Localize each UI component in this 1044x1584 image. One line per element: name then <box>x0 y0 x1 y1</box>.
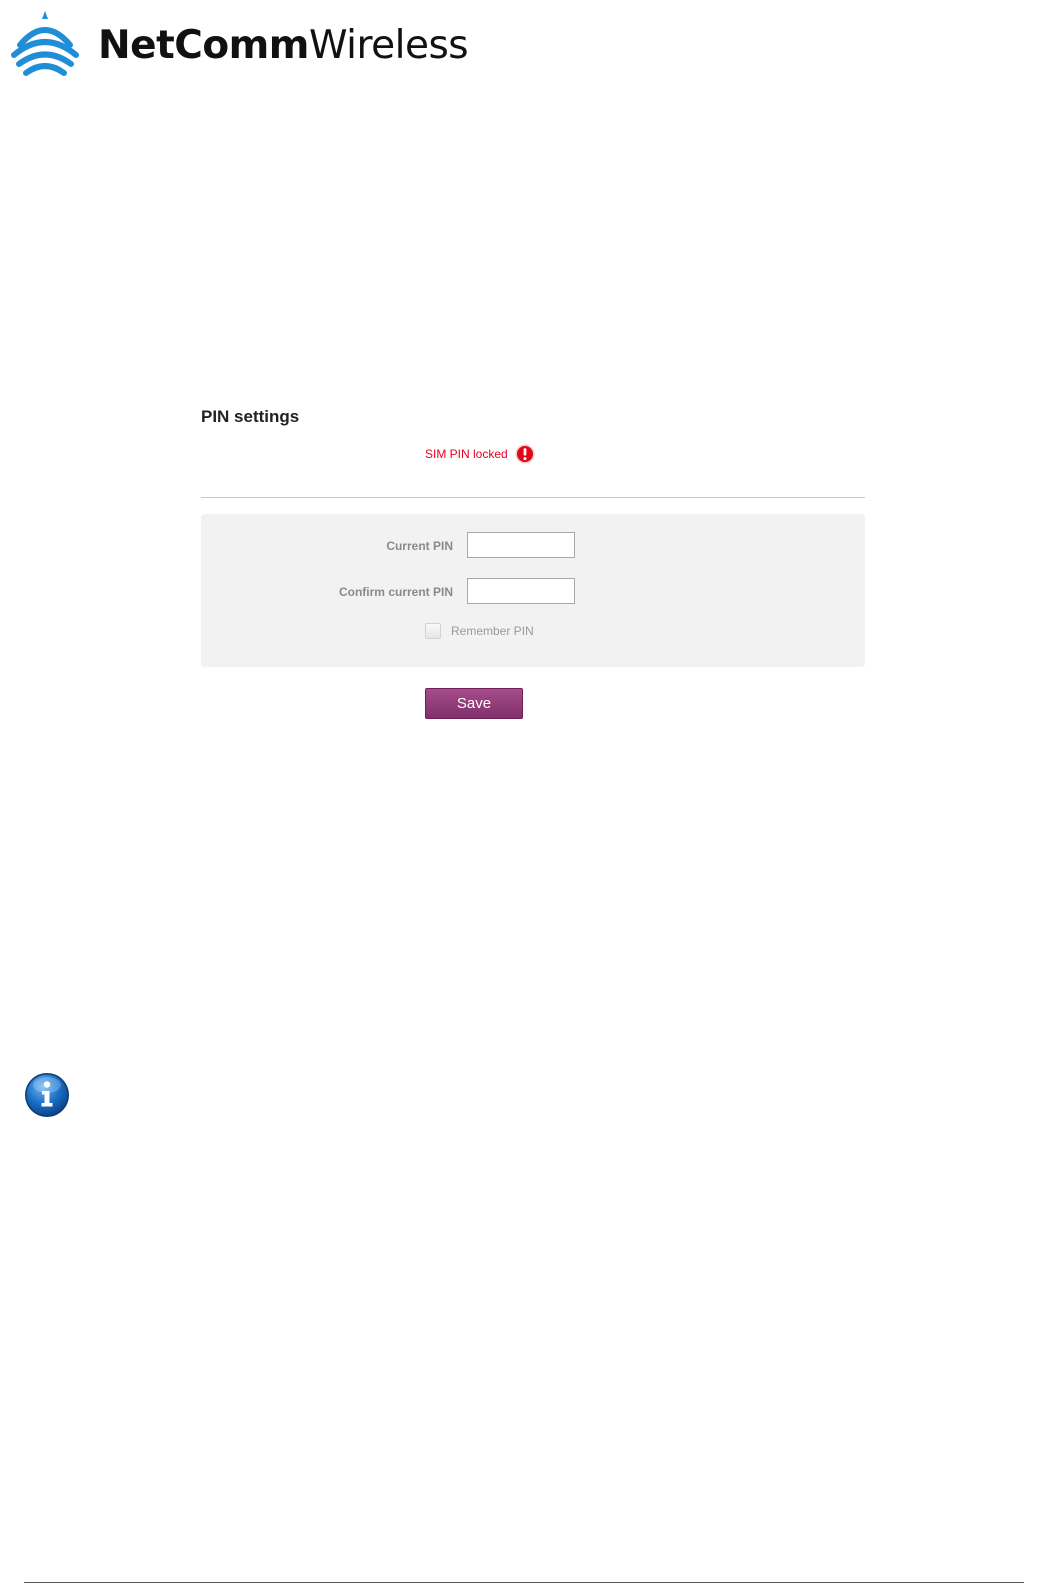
pin-settings-title: PIN settings <box>201 407 300 426</box>
logo-name-light: Wireless <box>308 22 469 68</box>
confirm-pin-input[interactable] <box>467 578 575 604</box>
exclamation-icon <box>515 444 535 464</box>
sim-pin-status: SIM PIN locked <box>425 443 535 465</box>
remember-pin-checkbox[interactable] <box>425 623 441 639</box>
logo-name-bold: NetComm <box>98 22 309 68</box>
pin-form-panel: Current PIN Confirm current PIN Remember… <box>201 514 865 667</box>
current-pin-input[interactable] <box>467 532 575 558</box>
confirm-pin-label: Confirm current PIN <box>338 585 453 599</box>
bottom-rule <box>24 1582 1024 1583</box>
remember-pin-row: Remember PIN <box>425 623 534 639</box>
section-divider <box>201 497 865 498</box>
remember-pin-label: Remember PIN <box>451 624 534 638</box>
current-pin-label: Current PIN <box>386 539 453 553</box>
logo-wordmark: NetCommWireless <box>98 22 469 68</box>
wifi-waves-icon <box>11 11 79 76</box>
info-icon <box>25 1073 69 1117</box>
netcomm-logo: NetCommWireless <box>10 8 469 78</box>
save-button[interactable]: Save <box>425 688 523 719</box>
status-text: SIM PIN locked <box>425 447 508 461</box>
